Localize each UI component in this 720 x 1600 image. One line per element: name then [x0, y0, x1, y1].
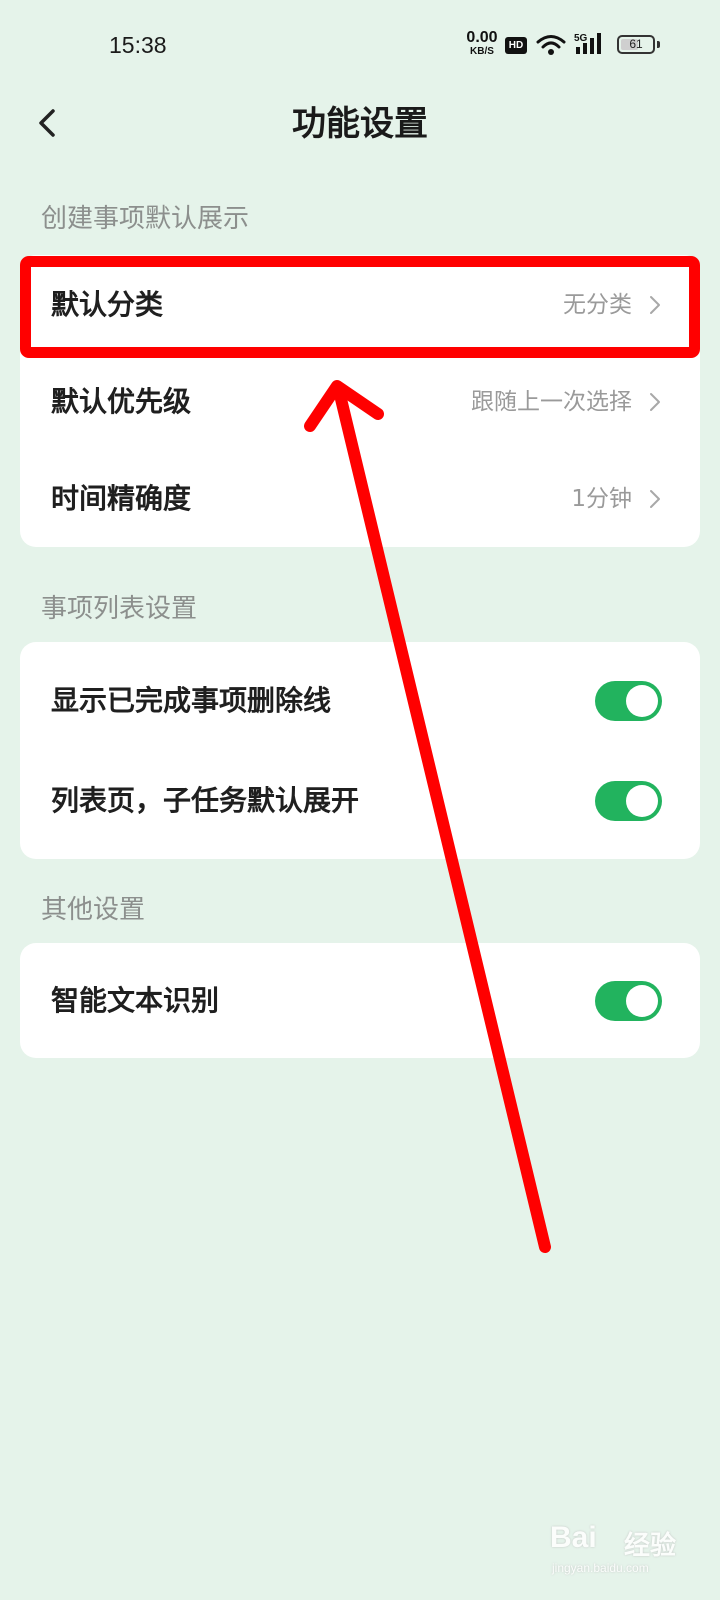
watermark: Bai 经验 jingyan.baidu.com — [548, 1519, 708, 1589]
watermark-brand: Bai — [550, 1521, 597, 1554]
watermark-suffix: 经验 — [624, 1531, 677, 1561]
watermark-url: jingyan.baidu.com — [552, 1561, 649, 1575]
annotation-arrow — [304, 380, 551, 1253]
